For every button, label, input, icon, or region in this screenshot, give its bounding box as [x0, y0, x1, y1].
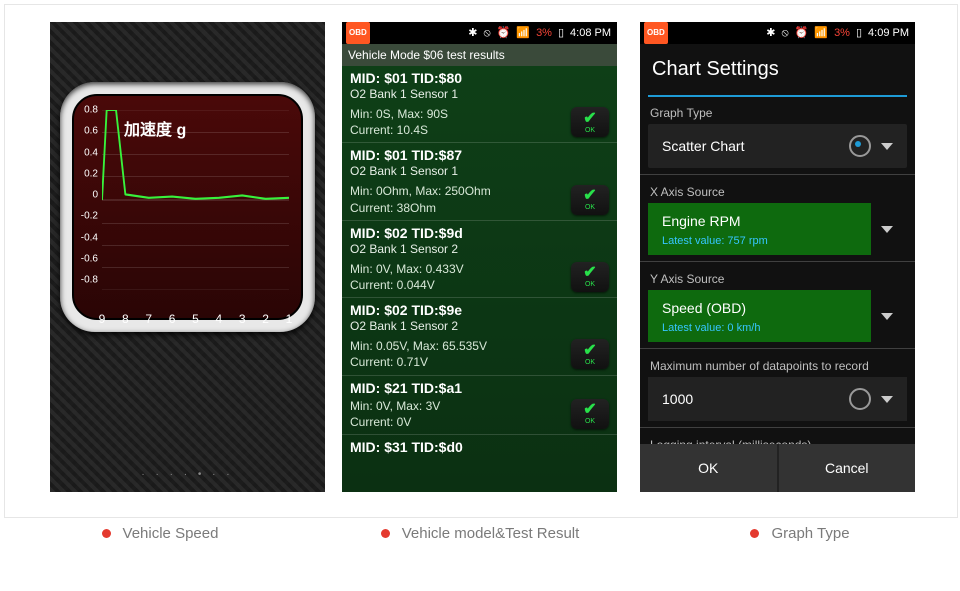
graph-type-value: Scatter Chart [648, 138, 849, 154]
result-values: Min: 0Ohm, Max: 250OhmCurrent: 38Ohm [350, 183, 571, 215]
dialog-button-bar: OK Cancel [640, 444, 915, 492]
ok-label: OK [585, 418, 595, 425]
check-icon: ✔ [583, 402, 596, 418]
radio-icon [849, 135, 871, 157]
result-values: Min: 0V, Max: 0.433VCurrent: 0.044V [350, 261, 571, 293]
radio-icon [849, 388, 871, 410]
result-sub: O2 Bank 1 Sensor 2 [342, 318, 617, 336]
result-row[interactable]: Min: 0Ohm, Max: 250OhmCurrent: 38Ohm✔OK [342, 181, 617, 220]
status-time: 4:09 PM [868, 22, 909, 44]
check-icon: ✔ [583, 343, 596, 359]
ok-button[interactable]: OK [640, 444, 779, 492]
result-title: MID: $01 TID:$87 [342, 143, 617, 163]
chevron-down-icon [881, 143, 893, 150]
check-icon: ✔ [583, 265, 596, 281]
x-axis-label: X Axis Source [648, 181, 907, 203]
cancel-button[interactable]: Cancel [779, 444, 916, 492]
result-row[interactable]: Min: 0V, Max: 0.433VCurrent: 0.044V✔OK [342, 259, 617, 298]
result-sub: O2 Bank 1 Sensor 1 [342, 86, 617, 104]
signal-icon: 📶 [814, 22, 828, 44]
battery-icon: ▯ [558, 22, 564, 44]
alarm-icon: ⏰ [795, 22, 809, 44]
mute-icon: ⦸ [483, 22, 490, 44]
ok-label: OK [585, 281, 595, 288]
ok-badge[interactable]: ✔OK [571, 262, 609, 292]
result-sub: O2 Bank 1 Sensor 2 [342, 241, 617, 259]
gauge-plot [102, 110, 289, 290]
bullet-icon [750, 529, 759, 538]
dialog-title: Chart Settings [640, 44, 915, 95]
signal-icon: 📶 [516, 22, 530, 44]
settings-scroll[interactable]: Graph Type Scatter Chart X Axis Source E… [640, 102, 915, 444]
check-icon: ✔ [583, 111, 596, 127]
status-bar: OBD ✱ ⦸ ⏰ 📶 3% ▯ 4:09 PM [640, 22, 915, 44]
x-axis-select[interactable]: Engine RPM Latest value: 757 rpm [648, 203, 907, 255]
status-bar: OBD ✱ ⦸ ⏰ 📶 3% ▯ 4:08 PM [342, 22, 617, 44]
caption-1: Vehicle Speed [0, 525, 320, 542]
caption-2: Vehicle model&Test Result [320, 525, 640, 542]
chevron-down-icon [881, 313, 893, 320]
x-axis-latest: Latest value: 757 rpm [662, 235, 857, 247]
bluetooth-icon: ✱ [468, 22, 477, 44]
graph-type-select[interactable]: Scatter Chart [648, 124, 907, 168]
bluetooth-icon: ✱ [766, 22, 775, 44]
captions-row: Vehicle Speed Vehicle model&Test Result … [0, 525, 960, 542]
result-row[interactable]: Min: 0.05V, Max: 65.535VCurrent: 0.71V✔O… [342, 336, 617, 375]
results-header: Vehicle Mode $06 test results [342, 44, 617, 66]
result-title: MID: $01 TID:$80 [342, 66, 617, 86]
ok-label: OK [585, 359, 595, 366]
y-axis-value: Speed (OBD) [662, 300, 857, 316]
settings-dialog: Chart Settings Graph Type Scatter Chart … [640, 44, 915, 492]
gauge-inner: 加速度 g 0.80.60.40.20-0.2-0.4-0.6-0.8 9876… [72, 94, 303, 320]
max-datapoints-select[interactable]: 1000 [648, 377, 907, 421]
result-title: MID: $02 TID:$9d [342, 221, 617, 241]
graph-type-label: Graph Type [648, 102, 907, 124]
ok-badge[interactable]: ✔OK [571, 185, 609, 215]
page-indicator[interactable]: · · · · • · · [50, 469, 325, 480]
check-icon: ✔ [583, 188, 596, 204]
phone-chart-settings: OBD ✱ ⦸ ⏰ 📶 3% ▯ 4:09 PM Chart Settings … [640, 22, 915, 492]
result-values: Min: 0.05V, Max: 65.535VCurrent: 0.71V [350, 338, 571, 370]
result-title: MID: $02 TID:$9e [342, 298, 617, 318]
chevron-down-icon [881, 396, 893, 403]
caption-3: Graph Type [640, 525, 960, 542]
obd-icon: OBD [644, 22, 668, 44]
x-axis-value: Engine RPM [662, 213, 857, 229]
result-title: MID: $21 TID:$a1 [342, 376, 617, 396]
bullet-icon [102, 529, 111, 538]
y-axis-latest: Latest value: 0 km/h [662, 322, 857, 334]
dialog-separator [648, 95, 907, 97]
logging-interval-label: Logging interval (milliseconds) [648, 434, 907, 444]
max-datapoints-label: Maximum number of datapoints to record [648, 355, 907, 377]
obd-icon: OBD [346, 22, 370, 44]
phone-test-results: OBD ✱ ⦸ ⏰ 📶 3% ▯ 4:08 PM Vehicle Mode $0… [342, 22, 617, 492]
gauge-frame: 加速度 g 0.80.60.40.20-0.2-0.4-0.6-0.8 9876… [60, 82, 315, 332]
result-row[interactable]: Min: 0S, Max: 90SCurrent: 10.4S✔OK [342, 104, 617, 143]
result-row[interactable]: Min: 0V, Max: 3VCurrent: 0V✔OK [342, 396, 617, 435]
ok-label: OK [585, 204, 595, 211]
result-values: Min: 0S, Max: 90SCurrent: 10.4S [350, 106, 571, 138]
battery-icon: ▯ [856, 22, 862, 44]
ok-badge[interactable]: ✔OK [571, 107, 609, 137]
battery-pct: 3% [834, 22, 850, 44]
status-time: 4:08 PM [570, 22, 611, 44]
y-axis-label: Y Axis Source [648, 268, 907, 290]
y-axis-select[interactable]: Speed (OBD) Latest value: 0 km/h [648, 290, 907, 342]
results-list[interactable]: MID: $01 TID:$80O2 Bank 1 Sensor 1Min: 0… [342, 66, 617, 492]
result-title: MID: $31 TID:$d0 [342, 435, 617, 455]
gauge-svg [102, 110, 289, 290]
ok-badge[interactable]: ✔OK [571, 339, 609, 369]
result-sub: O2 Bank 1 Sensor 1 [342, 163, 617, 181]
chevron-down-icon [881, 226, 893, 233]
ok-label: OK [585, 127, 595, 134]
alarm-icon: ⏰ [497, 22, 511, 44]
bullet-icon [381, 529, 390, 538]
gauge-y-axis: 0.80.60.40.20-0.2-0.4-0.6-0.8 [74, 96, 100, 318]
mute-icon: ⦸ [781, 22, 788, 44]
phone-gauge-screen: 加速度 g 0.80.60.40.20-0.2-0.4-0.6-0.8 9876… [50, 22, 325, 492]
battery-pct: 3% [536, 22, 552, 44]
max-datapoints-value: 1000 [648, 391, 849, 407]
result-values: Min: 0V, Max: 3VCurrent: 0V [350, 398, 571, 430]
ok-badge[interactable]: ✔OK [571, 399, 609, 429]
